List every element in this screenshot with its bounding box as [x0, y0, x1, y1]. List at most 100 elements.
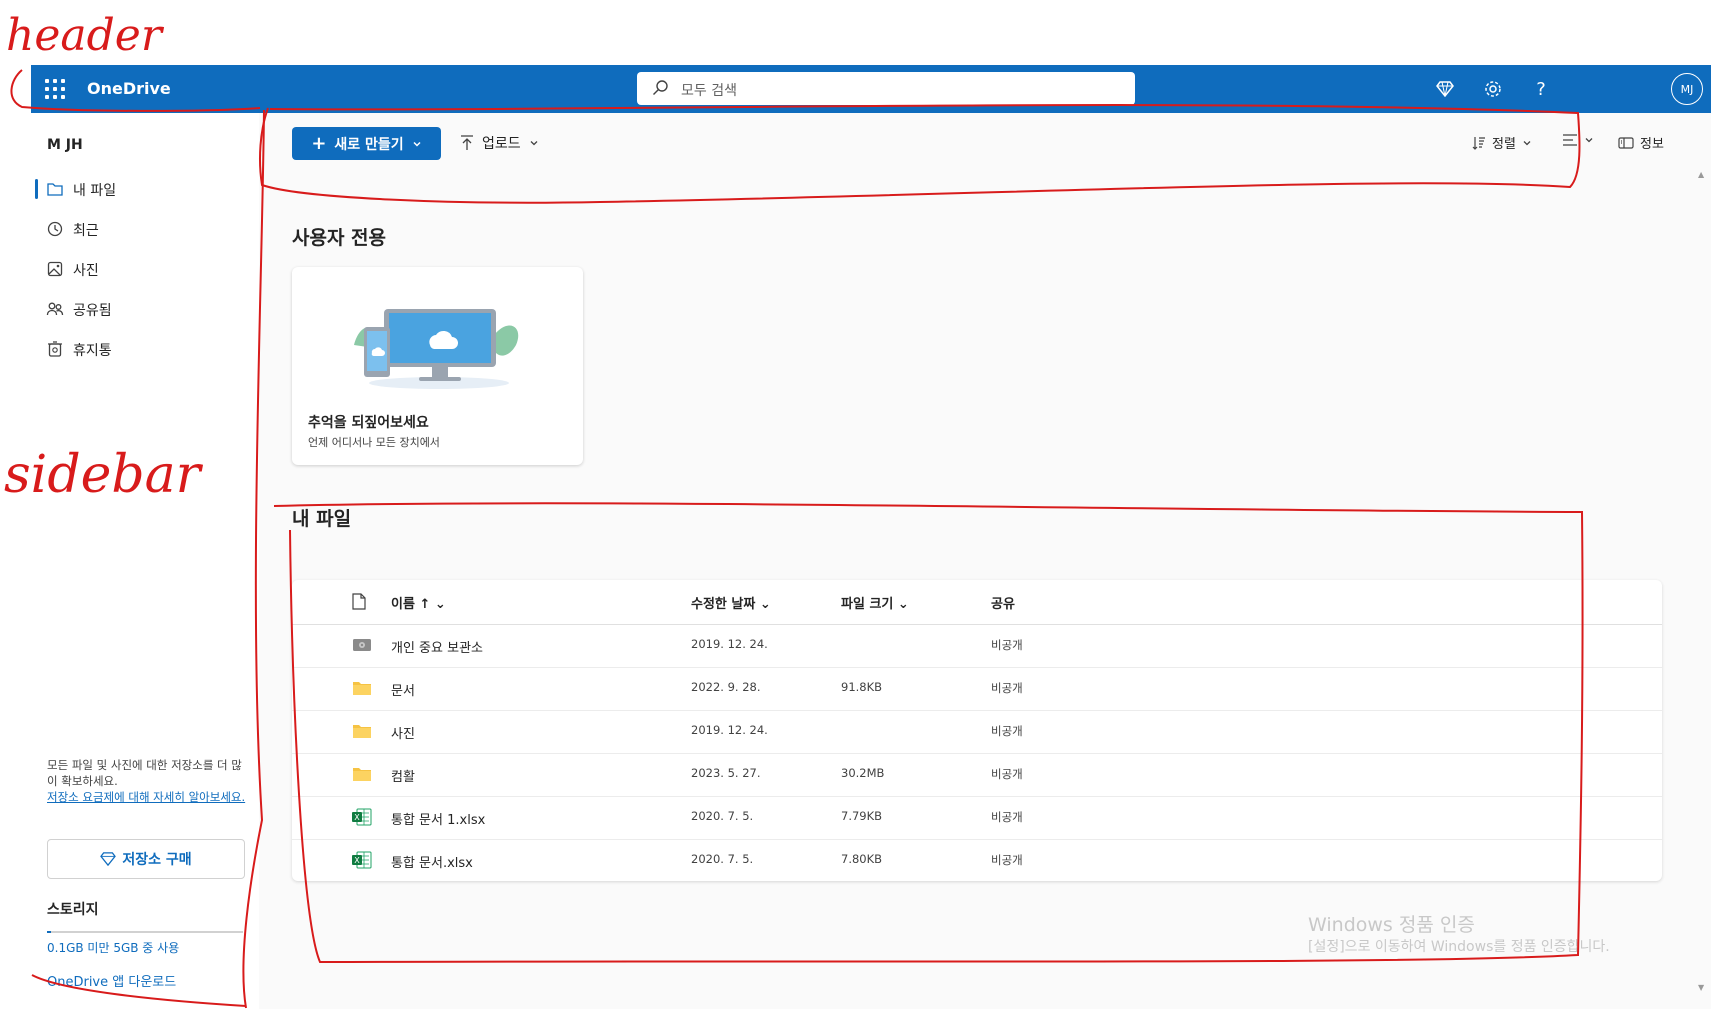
files-table: 이름 ↑ ⌄ 수정한 날짜 ⌄ 파일 크기 ⌄ 공유 개인 중요 보관소 201… — [292, 580, 1662, 881]
column-name[interactable]: 이름 ↑ ⌄ — [391, 593, 446, 612]
app-name[interactable]: OneDrive — [87, 79, 171, 98]
activation-watermark-text: [설정]으로 이동하여 Windows를 정품 인증합니다. — [1308, 939, 1610, 955]
main-content: + 새로 만들기 업로드 정렬 정보 사용자 전용 추억을 되짚어보세요 언제 … — [259, 113, 1711, 1009]
file-size: 7.80KB — [841, 852, 883, 866]
plus-icon: + — [311, 133, 327, 154]
view-options-button[interactable] — [1562, 133, 1594, 147]
sort-icon — [1472, 136, 1485, 150]
upload-icon — [461, 135, 473, 150]
sidebar-item-label: 휴지통 — [73, 343, 112, 359]
sidebar-item-recent[interactable]: 최근 — [31, 211, 259, 247]
file-sharing: 비공개 — [991, 767, 1023, 781]
search-input[interactable]: 모두 검색 — [637, 72, 1135, 105]
list-view-icon — [1563, 134, 1577, 146]
svg-text:X: X — [354, 813, 360, 822]
info-label: 정보 — [1640, 137, 1664, 152]
recycle-bin-icon — [48, 341, 62, 357]
search-icon — [653, 80, 668, 95]
sidebar-item-my-files[interactable]: 내 파일 — [31, 171, 259, 207]
app-launcher-icon[interactable] — [45, 79, 65, 99]
card-subtitle: 언제 어디서나 모든 장치에서 — [308, 436, 440, 449]
sidebar-item-label: 최근 — [73, 223, 99, 239]
storage-meter — [47, 931, 243, 933]
file-sharing: 비공개 — [991, 681, 1023, 695]
storage-plans-link[interactable]: 저장소 요금제에 대해 자세히 알아보세요. — [47, 790, 245, 804]
help-icon[interactable]: ? — [1525, 73, 1557, 105]
for-you-title: 사용자 전용 — [292, 227, 387, 249]
table-row[interactable]: 사진 2019. 12. 24. 비공개 — [292, 710, 1662, 754]
memories-card[interactable]: 추억을 되짚어보세요 언제 어디서나 모든 장치에서 — [292, 267, 583, 465]
file-name[interactable]: 통합 문서.xlsx — [391, 852, 473, 871]
column-size[interactable]: 파일 크기 ⌄ — [841, 593, 909, 612]
sort-button[interactable]: 정렬 — [1472, 133, 1532, 152]
new-button[interactable]: + 새로 만들기 — [292, 127, 441, 160]
header-annotation-label: header — [6, 10, 165, 61]
table-row[interactable]: X 통합 문서.xlsx 2020. 7. 5. 7.80KB 비공개 — [292, 839, 1662, 882]
file-name[interactable]: 사진 — [391, 723, 415, 742]
premium-diamond-icon[interactable] — [1429, 73, 1461, 105]
chevron-down-icon — [1523, 140, 1531, 145]
chevron-down-icon — [413, 141, 421, 147]
buy-storage-label: 저장소 구매 — [122, 852, 192, 868]
top-bar: OneDrive 모두 검색 ? MJ — [31, 65, 1711, 113]
sidebar-item-recycle-bin[interactable]: 휴지통 — [31, 331, 259, 367]
activation-watermark-title: Windows 정품 인증 — [1308, 914, 1475, 936]
excel-icon: X — [352, 808, 372, 826]
avatar[interactable]: MJ — [1671, 73, 1703, 105]
column-modified[interactable]: 수정한 날짜 ⌄ — [691, 593, 771, 612]
file-name[interactable]: 개인 중요 보관소 — [391, 637, 483, 656]
storage-promo: 모든 파일 및 사진에 대한 저장소를 더 많이 확보하세요. 저장소 요금제에… — [47, 757, 247, 805]
my-files-title: 내 파일 — [292, 508, 352, 530]
chevron-down-icon — [1585, 138, 1593, 143]
folder-icon — [353, 725, 371, 738]
vault-icon — [353, 639, 371, 651]
file-size: 91.8KB — [841, 680, 883, 694]
file-name[interactable]: 통합 문서 1.xlsx — [391, 809, 485, 828]
file-modified: 2020. 7. 5. — [691, 852, 754, 866]
table-row[interactable]: 문서 2022. 9. 28. 91.8KB 비공개 — [292, 667, 1662, 711]
upload-button[interactable]: 업로드 — [460, 133, 539, 153]
command-bar: + 새로 만들기 업로드 정렬 정보 — [259, 113, 1711, 173]
sidebar-item-photos[interactable]: 사진 — [31, 251, 259, 287]
table-header: 이름 ↑ ⌄ 수정한 날짜 ⌄ 파일 크기 ⌄ 공유 — [292, 580, 1662, 625]
excel-icon: X — [352, 851, 372, 869]
file-size: 30.2MB — [841, 766, 885, 780]
file-sharing: 비공개 — [991, 638, 1023, 652]
folder-icon — [47, 183, 63, 196]
storage-promo-text: 모든 파일 및 사진에 대한 저장소를 더 많이 확보하세요. — [47, 758, 242, 788]
table-row[interactable]: 개인 중요 보관소 2019. 12. 24. 비공개 — [292, 624, 1662, 668]
file-modified: 2023. 5. 27. — [691, 766, 761, 780]
sidebar-item-label: 내 파일 — [73, 183, 117, 199]
sort-label: 정렬 — [1492, 137, 1516, 152]
active-indicator — [35, 179, 38, 199]
buy-storage-button[interactable]: 저장소 구매 — [47, 839, 245, 879]
app-download-link[interactable]: OneDrive 앱 다운로드 — [47, 971, 176, 990]
storage-used-link[interactable]: 0.1GB 미만 5GB 중 사용 — [47, 939, 179, 956]
image-icon — [47, 261, 63, 277]
history-icon — [47, 221, 63, 237]
table-row[interactable]: 컴활 2023. 5. 27. 30.2MB 비공개 — [292, 753, 1662, 797]
column-sharing[interactable]: 공유 — [991, 593, 1015, 612]
people-icon — [46, 302, 64, 316]
storage-meter-fill — [47, 931, 51, 933]
info-button[interactable]: 정보 — [1618, 133, 1664, 152]
file-modified: 2022. 9. 28. — [691, 680, 761, 694]
user-name: M JH — [47, 137, 83, 153]
table-row[interactable]: X 통합 문서 1.xlsx 2020. 7. 5. 7.79KB 비공개 — [292, 796, 1662, 840]
chevron-down-icon — [530, 141, 538, 146]
file-name[interactable]: 문서 — [391, 680, 415, 699]
file-modified: 2019. 12. 24. — [691, 637, 768, 651]
devices-illustration — [354, 309, 519, 389]
sidebar-item-label: 사진 — [73, 263, 99, 279]
storage-title: 스토리지 — [47, 902, 99, 918]
svg-text:X: X — [354, 856, 360, 865]
scroll-up-arrow[interactable]: ▲ — [1698, 170, 1704, 179]
settings-gear-icon[interactable] — [1477, 73, 1509, 105]
folder-icon — [353, 768, 371, 781]
file-sharing: 비공개 — [991, 853, 1023, 867]
scroll-down-arrow[interactable]: ▼ — [1698, 983, 1704, 992]
file-type-header-icon[interactable] — [352, 593, 366, 610]
file-modified: 2019. 12. 24. — [691, 723, 768, 737]
file-name[interactable]: 컴활 — [391, 766, 415, 785]
sidebar-item-shared[interactable]: 공유됨 — [31, 291, 259, 327]
